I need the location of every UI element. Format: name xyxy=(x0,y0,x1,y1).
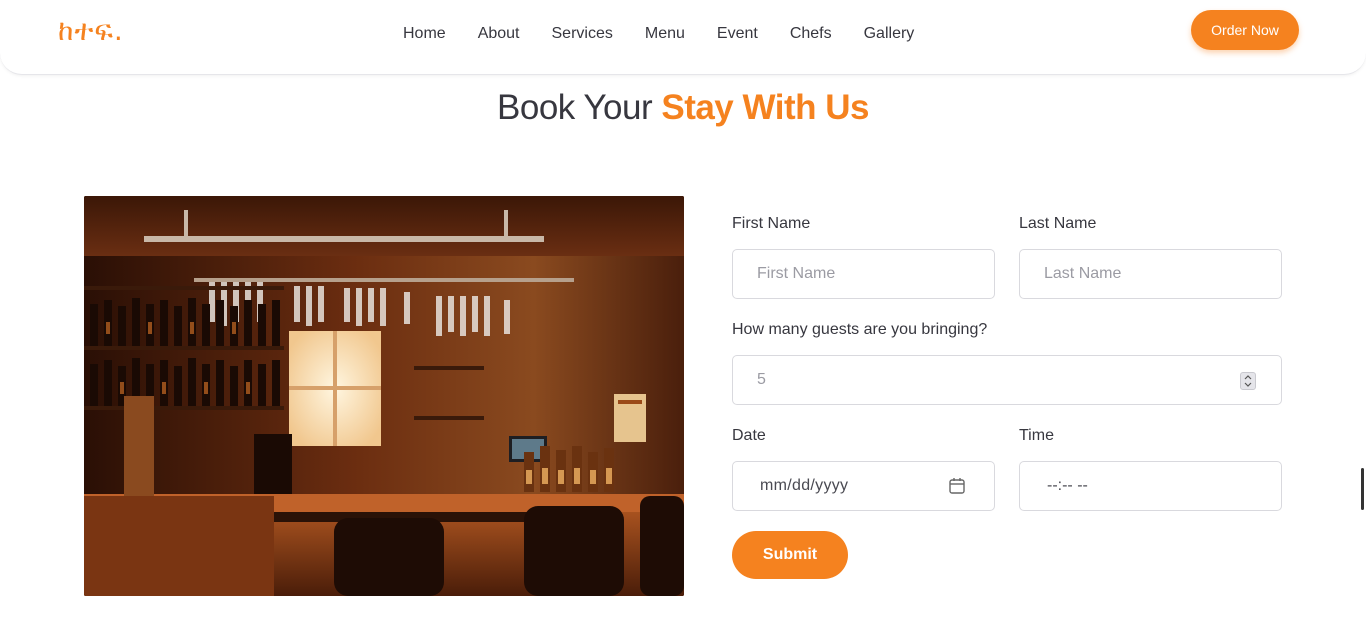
last-name-input[interactable] xyxy=(1019,249,1282,299)
date-placeholder: mm/dd/yyyy xyxy=(760,477,849,494)
nav-item-about[interactable]: About xyxy=(478,24,520,44)
date-label: Date xyxy=(732,427,766,444)
nav-item-menu[interactable]: Menu xyxy=(645,24,685,44)
submit-button[interactable]: Submit xyxy=(732,531,848,579)
last-name-label: Last Name xyxy=(1019,215,1097,232)
nav-item-chefs[interactable]: Chefs xyxy=(790,24,832,44)
time-placeholder: --:-- -- xyxy=(1047,477,1088,494)
page-title-accent: Stay With Us xyxy=(661,88,869,127)
bar-image xyxy=(84,196,684,596)
page-title: Book Your Stay With Us xyxy=(0,86,1366,130)
nav-item-home[interactable]: Home xyxy=(403,24,446,44)
date-input[interactable]: mm/dd/yyyy xyxy=(732,461,995,511)
nav-item-event[interactable]: Event xyxy=(717,24,758,44)
nav-item-services[interactable]: Services xyxy=(552,24,613,44)
time-label: Time xyxy=(1019,427,1054,444)
guests-placeholder: 5 xyxy=(757,371,766,388)
guests-input[interactable]: 5 xyxy=(732,355,1282,405)
restaurant-bar-photo xyxy=(84,196,684,596)
main-nav: Home About Services Menu Event Chefs Gal… xyxy=(403,24,914,44)
number-stepper-icon[interactable] xyxy=(1240,372,1256,390)
time-input[interactable]: --:-- -- xyxy=(1019,461,1282,511)
page-scrollbar[interactable] xyxy=(1361,468,1364,510)
page-title-light: Book Your xyxy=(497,88,662,127)
site-header: ከተፍ. Home About Services Menu Event Chef… xyxy=(0,0,1366,75)
nav-item-gallery[interactable]: Gallery xyxy=(864,24,915,44)
first-name-label: First Name xyxy=(732,215,811,232)
calendar-icon[interactable] xyxy=(948,477,966,495)
first-name-input[interactable] xyxy=(732,249,995,299)
site-logo[interactable]: ከተፍ. xyxy=(58,14,124,48)
guests-label: How many guests are you bringing? xyxy=(732,321,988,338)
order-now-button[interactable]: Order Now xyxy=(1191,10,1299,50)
